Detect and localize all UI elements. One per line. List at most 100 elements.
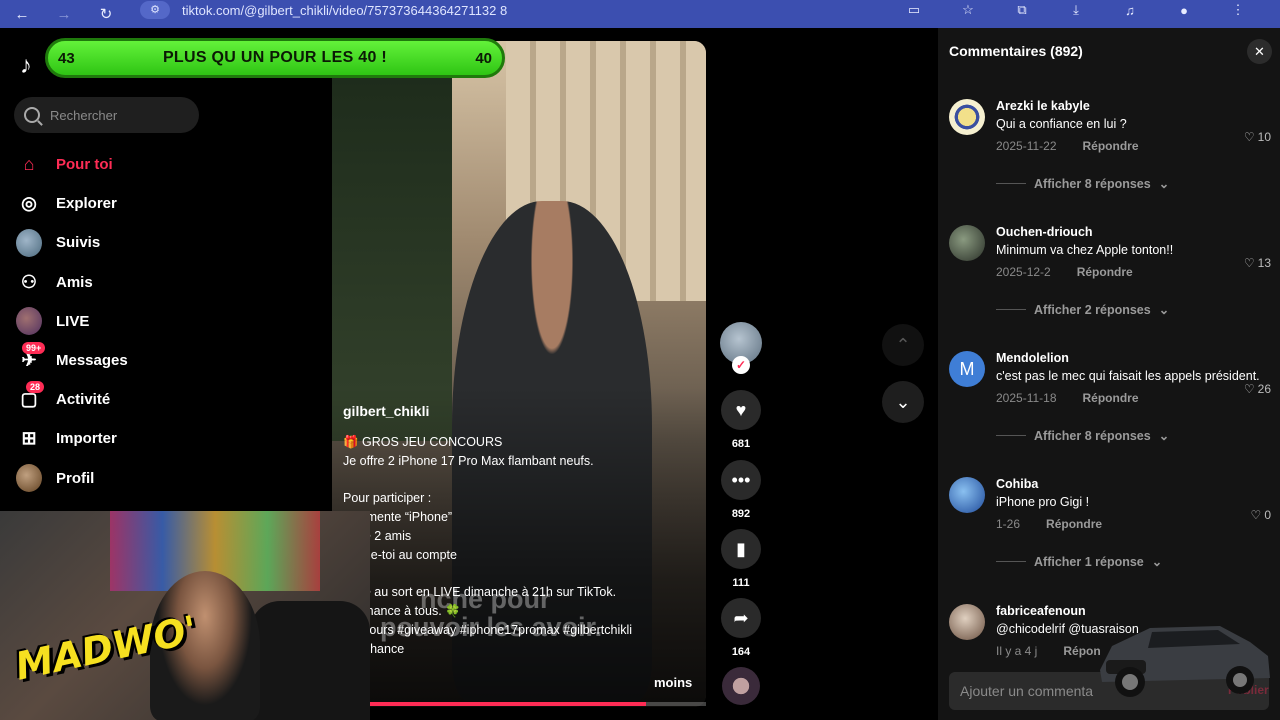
divider — [996, 435, 1026, 436]
caption-line: irage au sort en LIVE dimanche à 21h sur… — [343, 585, 617, 600]
forward-icon[interactable]: → — [50, 0, 78, 28]
comment-text: Qui a confiance en lui ? — [996, 117, 1127, 131]
comment-like-count: 0 — [1264, 508, 1271, 522]
previous-video-button[interactable]: ⌃ — [882, 324, 924, 366]
reply-button[interactable]: Répondre — [1077, 265, 1133, 279]
bookmark-star-icon[interactable]: ☆ — [946, 0, 990, 20]
avatar[interactable] — [949, 225, 985, 261]
sidebar-item-label: Explorer — [56, 195, 117, 213]
sidebar-item-amis[interactable]: ⚇ Amis — [16, 263, 316, 302]
sidebar-item-label: Suivis — [56, 234, 101, 252]
heart-icon: ♥ — [721, 390, 761, 430]
sidebar-item-activite[interactable]: ▢ 28 Activité — [16, 380, 316, 419]
search-icon — [24, 107, 40, 123]
sidebar-item-profil[interactable]: Profil — [16, 459, 316, 498]
caption-hashtags[interactable]: concours #giveaway #iphone17promax #gilb… — [343, 621, 693, 640]
car-overlay-image — [1100, 626, 1270, 697]
caption-line: ague 2 amis — [343, 528, 412, 543]
close-comments-button[interactable]: ✕ — [1247, 39, 1272, 64]
extensions-icon[interactable]: ⧉ — [1000, 0, 1044, 20]
heart-outline-icon: ♡ — [1250, 508, 1262, 522]
url-text: tiktok.com/@gilbert_chikli/video/7573736… — [182, 2, 508, 18]
view-replies-button[interactable]: Afficher 1 réponse ⌄ — [996, 554, 1162, 569]
sidebar-item-explorer[interactable]: ◎ Explorer — [16, 184, 316, 223]
like-button[interactable]: ♥ 681 — [721, 390, 761, 450]
music-disc-icon[interactable] — [722, 667, 760, 705]
profile-icon[interactable]: ● — [1162, 0, 1206, 20]
view-replies-button[interactable]: Afficher 8 réponses ⌄ — [996, 176, 1169, 191]
browser-toolbar: ← → ↻ ⚙ tiktok.com/@gilbert_chikli/video… — [0, 0, 1280, 28]
sidebar-item-label: Activité — [56, 391, 111, 409]
caption-line: Je offre 2 iPhone 17 Pro Max flambant ne… — [343, 453, 594, 468]
save-count: 111 — [732, 577, 750, 589]
goal-banner: 43 PLUS QU UN POUR LES 40 ! 40 — [45, 38, 505, 78]
heart-outline-icon: ♡ — [1243, 256, 1255, 270]
sidebar-item-label: Pour toi — [56, 156, 113, 174]
comment-meta: 2025-11-22 Répondre — [996, 137, 1276, 155]
sidebar-item-live[interactable]: LIVE — [16, 302, 316, 341]
avatar-letter: M — [959, 358, 975, 379]
install-icon[interactable]: ▭ — [892, 0, 936, 20]
profile-avatar-icon — [16, 464, 42, 493]
reply-button[interactable]: Répondre — [1083, 391, 1139, 405]
comments-title: Commentaires (892) — [949, 43, 1083, 59]
messages-icon: ✈ 99+ — [16, 341, 46, 374]
comment-like-count: 26 — [1257, 382, 1271, 396]
author-avatar[interactable]: ✓ — [720, 322, 762, 374]
heart-outline-icon: ♡ — [1243, 130, 1255, 144]
media-icon[interactable]: ♫ — [1108, 0, 1152, 20]
sidebar: ♪ Rechercher ⌂ Pour toi ◎ Explorer Suivi… — [0, 28, 332, 511]
video-author[interactable]: gilbert_chikli — [343, 402, 693, 421]
heart-outline-icon: ♡ — [1243, 382, 1255, 396]
search-input[interactable]: Rechercher — [14, 97, 199, 133]
next-video-button[interactable]: ⌄ — [882, 381, 924, 423]
share-button[interactable]: ➦ 164 — [721, 598, 761, 658]
video-progress-bar[interactable] — [370, 702, 706, 706]
sidebar-item-suivis[interactable]: Suivis — [16, 223, 316, 262]
comment-body: Mendolelion c'est pas le mec qui faisait… — [996, 351, 1276, 407]
back-icon[interactable]: ← — [8, 0, 36, 28]
view-replies-button[interactable]: Afficher 8 réponses ⌄ — [996, 428, 1169, 443]
view-replies-label: Afficher 1 réponse — [1034, 554, 1144, 569]
comment-like-button[interactable]: ♡ 0 — [1251, 508, 1271, 522]
comment-username[interactable]: Mendolelion — [996, 351, 1276, 369]
view-replies-label: Afficher 8 réponses — [1034, 428, 1151, 443]
comment-text: iPhone pro Gigi ! — [996, 495, 1090, 509]
add-comment-placeholder: Ajouter un commenta — [960, 683, 1094, 699]
site-settings-icon[interactable]: ⚙ — [140, 1, 170, 19]
caption-gap — [343, 470, 693, 489]
comment-like-button[interactable]: ♡ 10 — [1244, 130, 1271, 144]
reply-button[interactable]: Répondre — [1046, 517, 1102, 531]
reload-icon[interactable]: ↻ — [92, 0, 120, 28]
video-actions: ✓ ♥ 681 ••• 892 ▮ 111 ➦ 164 — [720, 322, 762, 658]
comment-button[interactable]: ••• 892 — [721, 460, 761, 520]
avatar[interactable] — [949, 99, 985, 135]
reply-button[interactable]: Répondre — [1083, 139, 1139, 153]
menu-icon[interactable]: ⋮ — [1216, 0, 1260, 20]
sidebar-item-importer[interactable]: ⊞ Importer — [16, 419, 316, 458]
sidebar-item-pour-toi[interactable]: ⌂ Pour toi — [16, 145, 316, 184]
comment-body: Arezki le kabyle Qui a confiance en lui … — [996, 99, 1276, 155]
comment-username[interactable]: Ouchen-driouch — [996, 225, 1276, 243]
avatar[interactable] — [949, 604, 985, 640]
comment-meta: 2025-12-2 Répondre — [996, 263, 1276, 281]
comment-like-button[interactable]: ♡ 26 — [1244, 382, 1271, 396]
save-button[interactable]: ▮ 111 — [721, 529, 761, 589]
downloads-icon[interactable]: ⤓ — [1054, 0, 1098, 20]
tiktok-logo-icon[interactable]: ♪ — [20, 52, 44, 79]
like-count: 681 — [731, 438, 751, 450]
sidebar-item-messages[interactable]: ✈ 99+ Messages — [16, 341, 316, 380]
caption-less-button[interactable]: moins — [654, 675, 692, 690]
avatar[interactable]: M — [949, 351, 985, 387]
comment-username[interactable]: Cohiba — [996, 477, 1276, 495]
caption-line: commente “iPhone” — [343, 509, 453, 524]
comment-like-count: 13 — [1257, 256, 1271, 270]
comments-title-label: Commentaires — [949, 43, 1047, 59]
comment-username[interactable]: Arezki le kabyle — [996, 99, 1276, 117]
home-icon: ⌂ — [23, 154, 35, 175]
comment-like-button[interactable]: ♡ 13 — [1244, 256, 1271, 270]
view-replies-button[interactable]: Afficher 2 réponses ⌄ — [996, 302, 1169, 317]
followed-check-icon[interactable]: ✓ — [732, 356, 750, 374]
address-bar[interactable]: ⚙ tiktok.com/@gilbert_chikli/video/75737… — [140, 0, 940, 20]
avatar[interactable] — [949, 477, 985, 513]
